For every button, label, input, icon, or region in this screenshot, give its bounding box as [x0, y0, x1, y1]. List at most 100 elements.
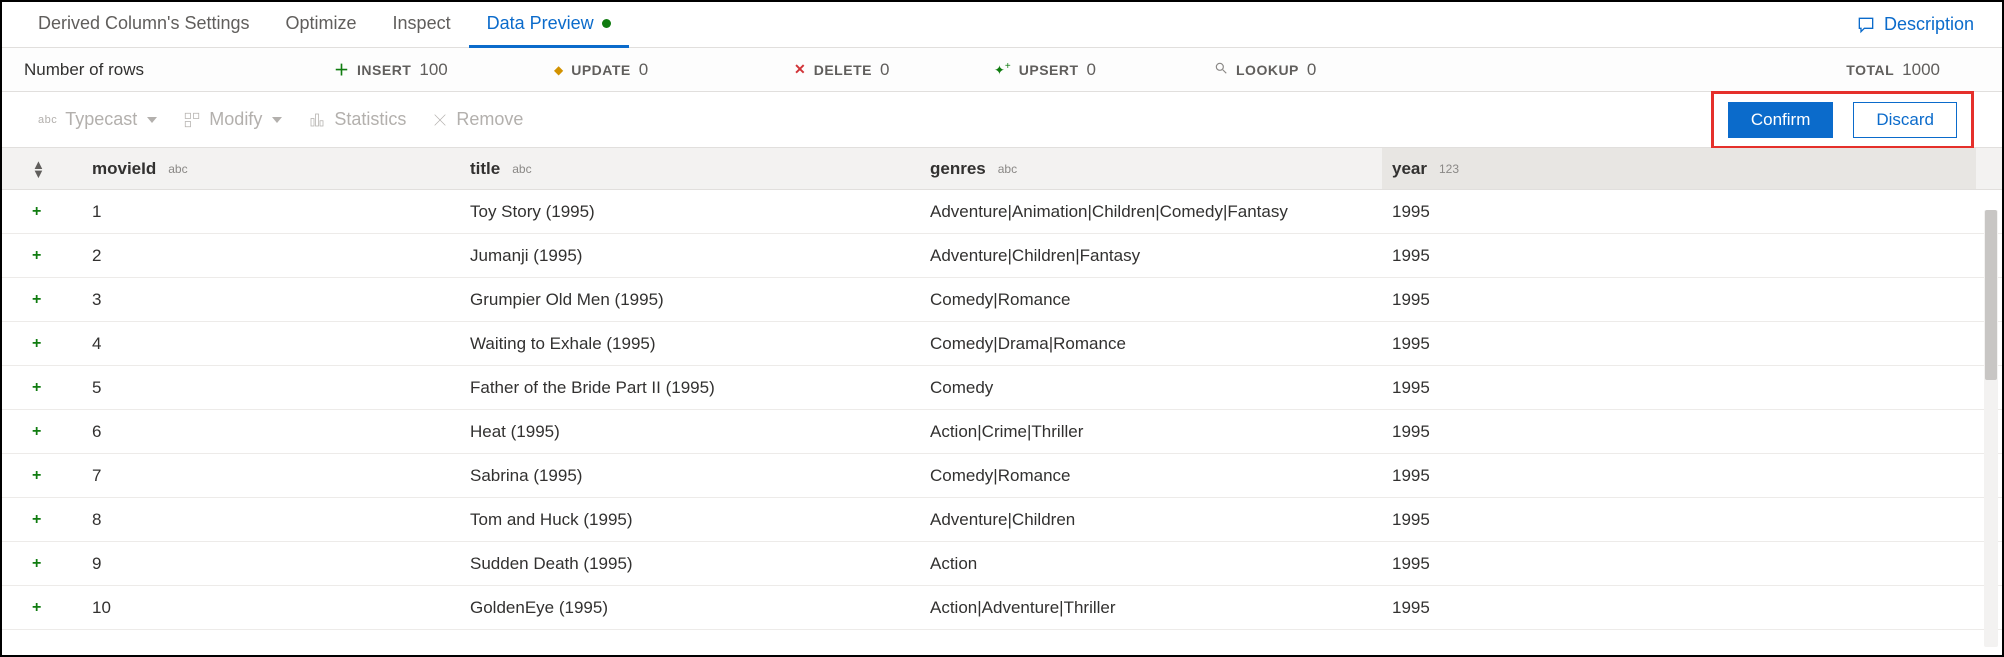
row-insert-icon: +: [32, 511, 92, 529]
column-header-year[interactable]: year 123: [1382, 148, 1976, 189]
table-header: ▲▼ movieId abc title abc genres abc year…: [2, 148, 2002, 190]
type-tag: 123: [1435, 161, 1463, 177]
confirm-button[interactable]: Confirm: [1728, 102, 1834, 138]
cell-movieId: 9: [92, 554, 470, 574]
remove-button[interactable]: Remove: [432, 109, 523, 130]
column-label: title: [470, 159, 500, 179]
column-label: year: [1392, 159, 1427, 179]
stat-name: UPSERT: [1019, 62, 1079, 78]
status-dot-icon: [602, 19, 611, 28]
stat-total: TOTAL 1000: [1830, 60, 1980, 80]
row-insert-icon: +: [32, 599, 92, 617]
discard-button[interactable]: Discard: [1853, 102, 1957, 138]
tab-derived-column-settings[interactable]: Derived Column's Settings: [20, 2, 268, 48]
table-row[interactable]: +8Tom and Huck (1995)Adventure|Children1…: [2, 498, 2002, 542]
tab-inspect[interactable]: Inspect: [375, 2, 469, 48]
tab-label: Optimize: [286, 13, 357, 34]
diamond-icon: ◆: [554, 63, 563, 77]
cell-movieId: 4: [92, 334, 470, 354]
cell-movieId: 7: [92, 466, 470, 486]
tool-label: Typecast: [65, 109, 137, 130]
chart-icon: [308, 111, 326, 129]
tool-label: Remove: [456, 109, 523, 130]
stat-name: UPDATE: [571, 62, 631, 78]
tab-optimize[interactable]: Optimize: [268, 2, 375, 48]
table-row[interactable]: +10GoldenEye (1995)Action|Adventure|Thri…: [2, 586, 2002, 630]
column-label: genres: [930, 159, 986, 179]
cell-title: Jumanji (1995): [470, 246, 930, 266]
stat-value: 0: [639, 60, 648, 80]
chevron-down-icon: [147, 117, 157, 123]
column-header-title[interactable]: title abc: [470, 159, 930, 179]
cell-movieId: 10: [92, 598, 470, 618]
tab-label: Derived Column's Settings: [38, 13, 250, 34]
column-header-genres[interactable]: genres abc: [930, 159, 1382, 179]
row-insert-icon: +: [32, 291, 92, 309]
table-row[interactable]: +9Sudden Death (1995)Action1995: [2, 542, 2002, 586]
stat-insert: ＋ INSERT 100: [334, 59, 554, 80]
chevron-down-icon: [272, 117, 282, 123]
button-label: Confirm: [1751, 110, 1811, 130]
cell-year: 1995: [1382, 366, 1976, 409]
cell-year: 1995: [1382, 322, 1976, 365]
column-header-movieId[interactable]: movieId abc: [92, 159, 470, 179]
stat-name: TOTAL: [1846, 62, 1894, 78]
cell-year: 1995: [1382, 542, 1976, 585]
stat-name: INSERT: [357, 62, 411, 78]
cell-movieId: 6: [92, 422, 470, 442]
table-row[interactable]: +7Sabrina (1995)Comedy|Romance1995: [2, 454, 2002, 498]
stats-row: Number of rows ＋ INSERT 100 ◆ UPDATE 0 ✕…: [2, 48, 2002, 92]
cell-movieId: 1: [92, 202, 470, 222]
tab-data-preview[interactable]: Data Preview: [469, 2, 629, 48]
modify-icon: [183, 111, 201, 129]
upsert-icon: ✦+: [994, 61, 1011, 78]
cell-title: Sabrina (1995): [470, 466, 930, 486]
plus-icon: ＋: [334, 59, 349, 80]
stat-value: 0: [1087, 60, 1096, 80]
table-row[interactable]: +6Heat (1995)Action|Crime|Thriller1995: [2, 410, 2002, 454]
stat-upsert: ✦+ UPSERT 0: [994, 60, 1214, 80]
scrollbar-track[interactable]: [1984, 210, 1998, 647]
row-insert-icon: +: [32, 555, 92, 573]
app-frame: Derived Column's Settings Optimize Inspe…: [0, 0, 2004, 657]
table-row[interactable]: +4Waiting to Exhale (1995)Comedy|Drama|R…: [2, 322, 2002, 366]
tab-label: Inspect: [393, 13, 451, 34]
statistics-button[interactable]: Statistics: [308, 109, 406, 130]
table-row[interactable]: +5Father of the Bride Part II (1995)Come…: [2, 366, 2002, 410]
cell-genres: Action: [930, 554, 1382, 574]
sort-column[interactable]: ▲▼: [32, 160, 92, 178]
scrollbar-thumb[interactable]: [1985, 210, 1997, 380]
stats-title: Number of rows: [24, 60, 294, 80]
row-insert-icon: +: [32, 335, 92, 353]
table-row[interactable]: +1Toy Story (1995)Adventure|Animation|Ch…: [2, 190, 2002, 234]
table-body: +1Toy Story (1995)Adventure|Animation|Ch…: [2, 190, 2002, 630]
row-insert-icon: +: [32, 467, 92, 485]
cell-year: 1995: [1382, 234, 1976, 277]
comment-icon: [1856, 15, 1876, 35]
cell-movieId: 2: [92, 246, 470, 266]
row-insert-icon: +: [32, 423, 92, 441]
cell-title: Father of the Bride Part II (1995): [470, 378, 930, 398]
cell-genres: Comedy: [930, 378, 1382, 398]
cell-year: 1995: [1382, 410, 1976, 453]
column-label: movieId: [92, 159, 156, 179]
cell-genres: Comedy|Romance: [930, 466, 1382, 486]
cell-title: Grumpier Old Men (1995): [470, 290, 930, 310]
stat-name: DELETE: [814, 62, 872, 78]
search-icon: [1214, 61, 1228, 78]
type-tag: abc: [508, 161, 535, 177]
modify-button[interactable]: Modify: [183, 109, 282, 130]
cell-title: Waiting to Exhale (1995): [470, 334, 930, 354]
table-row[interactable]: +2Jumanji (1995)Adventure|Children|Fanta…: [2, 234, 2002, 278]
typecast-button[interactable]: abc Typecast: [38, 109, 157, 130]
close-icon: [432, 112, 448, 128]
row-insert-icon: +: [32, 379, 92, 397]
description-link[interactable]: Description: [1856, 14, 1984, 35]
cell-title: Sudden Death (1995): [470, 554, 930, 574]
abc-icon: abc: [38, 114, 57, 126]
cell-genres: Action|Crime|Thriller: [930, 422, 1382, 442]
table-row[interactable]: +3Grumpier Old Men (1995)Comedy|Romance1…: [2, 278, 2002, 322]
row-insert-icon: +: [32, 247, 92, 265]
confirm-discard-highlight: Confirm Discard: [1711, 91, 1974, 149]
cell-movieId: 8: [92, 510, 470, 530]
